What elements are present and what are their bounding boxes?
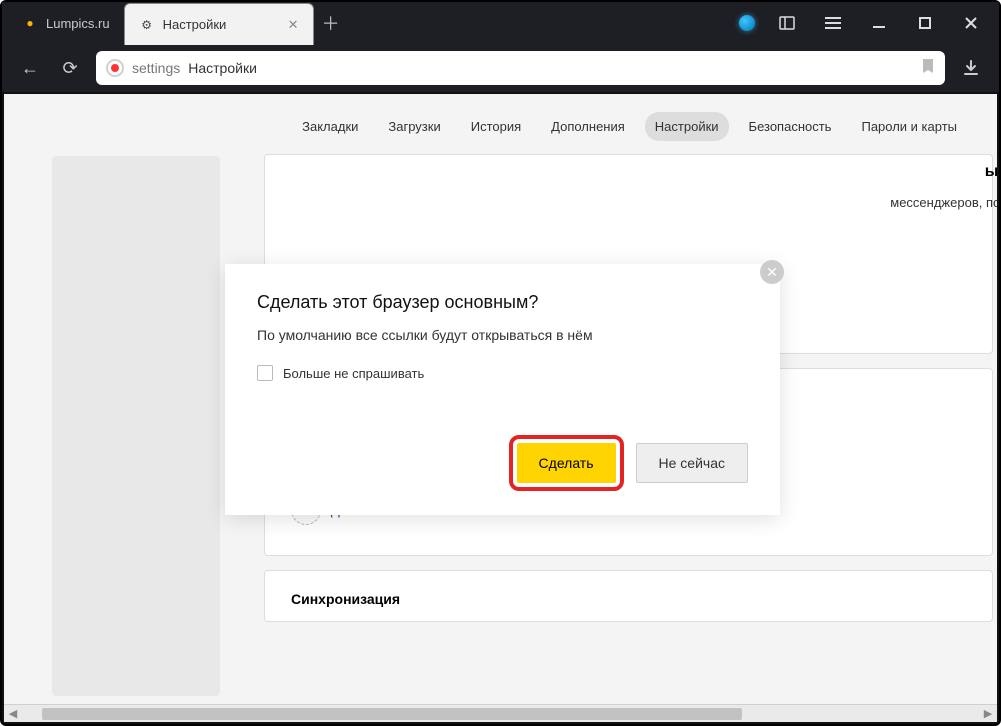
browser-window: ● Lumpics.ru ⚙ Настройки ✕ ＋ (0, 0, 1001, 726)
nav-addons[interactable]: Дополнения (541, 112, 635, 141)
dialog-close-button[interactable]: ✕ (760, 260, 784, 284)
checkbox-label: Больше не спрашивать (283, 366, 424, 381)
address-bar[interactable]: settings Настройки (96, 51, 945, 85)
nav-passwords[interactable]: Пароли и карты (851, 112, 967, 141)
minimize-button[interactable] (865, 9, 893, 37)
tab-label: Настройки (163, 17, 227, 32)
close-tab-icon[interactable]: ✕ (288, 17, 299, 33)
panel-sub-overflow: мессенджеров, почтовы (890, 195, 997, 210)
dialog-text: По умолчанию все ссылки будут открыватьс… (257, 327, 748, 343)
dialog-buttons: Сделать Не сейчас (257, 435, 748, 491)
maximize-button[interactable] (911, 9, 939, 37)
site-identity-icon (106, 59, 124, 77)
confirm-button[interactable]: Сделать (517, 443, 616, 483)
horizontal-scrollbar[interactable]: ◀ ▶ (4, 704, 997, 722)
address-prefix: settings (132, 60, 180, 76)
settings-nav: Закладки Загрузки История Дополнения Нас… (4, 94, 997, 157)
page: Закладки Загрузки История Дополнения Нас… (4, 94, 997, 722)
checkbox-icon (257, 365, 273, 381)
tab-label: Lumpics.ru (46, 16, 110, 31)
dialog-title: Сделать этот браузер основным? (257, 292, 748, 313)
nav-downloads[interactable]: Загрузки (378, 112, 450, 141)
settings-sidebar[interactable] (52, 156, 220, 696)
tab-settings[interactable]: ⚙ Настройки ✕ (124, 3, 314, 45)
scroll-right-icon[interactable]: ▶ (979, 707, 997, 720)
menu-icon[interactable] (819, 9, 847, 37)
panel-title-overflow: ым? (985, 163, 997, 181)
bookmark-icon[interactable] (921, 58, 935, 78)
cancel-button[interactable]: Не сейчас (636, 443, 748, 483)
highlight-annotation: Сделать (509, 435, 624, 491)
tab-strip: ● Lumpics.ru ⚙ Настройки ✕ ＋ (2, 2, 999, 44)
dont-ask-checkbox[interactable]: Больше не спрашивать (257, 365, 748, 381)
close-window-button[interactable] (957, 9, 985, 37)
gear-icon: ⚙ (139, 17, 155, 33)
scroll-left-icon[interactable]: ◀ (4, 707, 22, 720)
window-controls (725, 2, 999, 44)
toolbar: ← ⟳ settings Настройки (2, 44, 999, 92)
sync-panel: Синхронизация (264, 570, 993, 622)
scroll-thumb[interactable] (42, 708, 742, 720)
sync-status-icon[interactable] (739, 15, 755, 31)
favicon-lumpics: ● (22, 15, 38, 31)
reload-button[interactable]: ⟳ (56, 54, 84, 82)
new-tab-button[interactable]: ＋ (314, 2, 348, 44)
address-title: Настройки (188, 60, 257, 76)
default-browser-dialog: ✕ Сделать этот браузер основным? По умол… (225, 264, 780, 515)
nav-history[interactable]: История (461, 112, 531, 141)
nav-security[interactable]: Безопасность (739, 112, 842, 141)
nav-settings[interactable]: Настройки (645, 112, 729, 141)
nav-bookmarks[interactable]: Закладки (292, 112, 368, 141)
tab-lumpics[interactable]: ● Lumpics.ru (8, 2, 124, 44)
back-button[interactable]: ← (16, 54, 44, 82)
sidebar-toggle-icon[interactable] (773, 9, 801, 37)
downloads-button[interactable] (957, 54, 985, 82)
sync-header: Синхронизация (291, 591, 966, 607)
